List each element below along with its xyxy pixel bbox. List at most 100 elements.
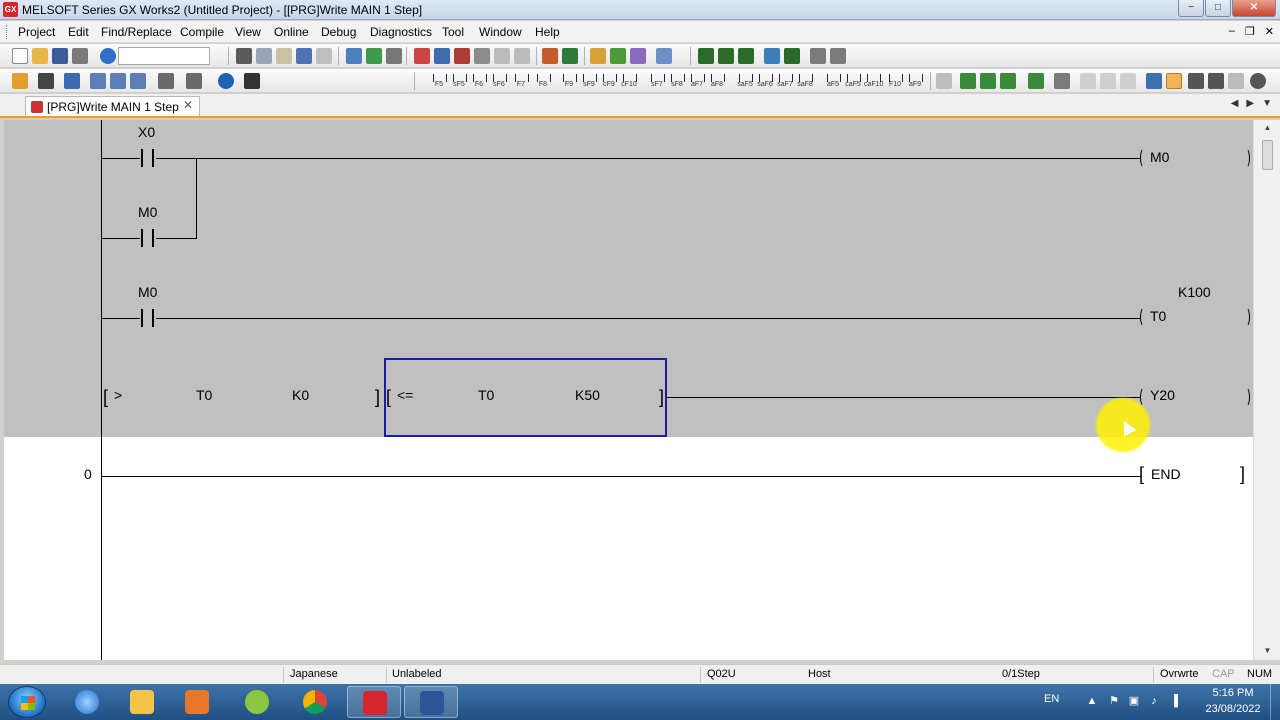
help-info-icon[interactable]	[218, 73, 234, 89]
device-batch-3-icon[interactable]	[130, 73, 146, 89]
ladder-tool-5-icon[interactable]	[1028, 73, 1044, 89]
tab-list-arrow-icon[interactable]: ▼	[1262, 98, 1272, 109]
output-window-icon[interactable]	[64, 73, 80, 89]
menu-help[interactable]: Help	[535, 25, 560, 39]
taskbar-chrome[interactable]	[288, 686, 342, 718]
network-signal-icon[interactable]: ▐	[1168, 695, 1180, 707]
fkey-f6-icon[interactable]: F6	[470, 73, 488, 89]
print-icon[interactable]	[72, 48, 88, 64]
scroll-up-icon[interactable]: ▲	[1262, 123, 1273, 134]
new-file-icon[interactable]	[12, 48, 28, 64]
fkey-f5-icon[interactable]: F5	[430, 73, 448, 89]
fkey-cf10-icon[interactable]: cF10	[620, 73, 638, 89]
compare1-operand-b[interactable]: K0	[292, 387, 309, 403]
mdi-close-button[interactable]: ✕	[1265, 25, 1274, 38]
volume-icon[interactable]: ♪	[1148, 695, 1160, 707]
ladder-editor[interactable]: X0 M0 M0 M0 K100 T0 [ > T0 K0 ] [ <= T0 …	[4, 120, 1253, 660]
ladder-tool-active-icon[interactable]	[1166, 73, 1182, 89]
taskbar-gx-works2[interactable]	[347, 686, 401, 718]
window-arrange-icon[interactable]	[656, 48, 672, 64]
ladder-tool-2-icon[interactable]	[960, 73, 976, 89]
menu-edit[interactable]: Edit	[68, 25, 89, 39]
project-icon[interactable]	[590, 48, 606, 64]
contact-x0[interactable]	[141, 149, 154, 167]
taskbar-media-player[interactable]	[170, 686, 224, 718]
replace-icon[interactable]	[784, 48, 800, 64]
menu-view[interactable]: View	[235, 25, 261, 39]
minimize-button[interactable]: −	[1178, 0, 1204, 17]
copy-icon[interactable]	[256, 48, 272, 64]
save-icon[interactable]	[52, 48, 68, 64]
undo-icon[interactable]	[296, 48, 312, 64]
taskbar-file-explorer[interactable]	[115, 686, 169, 718]
device-batch-2-icon[interactable]	[110, 73, 126, 89]
show-desktop-button[interactable]	[1270, 684, 1280, 720]
fkey-f9-icon[interactable]: F9	[560, 73, 578, 89]
scroll-thumb[interactable]	[1262, 140, 1273, 170]
fkey-af7-icon[interactable]: aF7	[688, 73, 706, 89]
edit-cursor[interactable]	[384, 358, 667, 437]
fkey-saf8-icon[interactable]: saF8	[796, 73, 814, 89]
end-instruction[interactable]: END	[1151, 466, 1181, 482]
taskbar-word[interactable]	[404, 686, 458, 718]
fkey-sf5-icon[interactable]: sF5	[450, 73, 468, 89]
fkey-af5-icon[interactable]: aF5	[824, 73, 842, 89]
menu-find-replace[interactable]: Find/Replace	[101, 25, 172, 39]
fkey-sf9-icon[interactable]: sF9	[580, 73, 598, 89]
contact-m0-self-hold[interactable]	[141, 229, 154, 247]
cut-icon[interactable]	[236, 48, 252, 64]
fkey-saf7-icon[interactable]: saF7	[776, 73, 794, 89]
zoom-3-icon[interactable]	[1228, 73, 1244, 89]
show-hidden-icons-icon[interactable]: ▲	[1086, 695, 1098, 707]
mdi-restore-button[interactable]: ❐	[1245, 25, 1255, 38]
binoculars-icon[interactable]	[244, 73, 260, 89]
clock-time[interactable]: 5:16 PM	[1208, 687, 1258, 699]
language-indicator[interactable]: EN	[1044, 693, 1059, 705]
fkey-sf8-icon[interactable]: sF8	[668, 73, 686, 89]
ladder-tool-8-icon[interactable]	[1100, 73, 1116, 89]
compare1-operator[interactable]: >	[114, 387, 122, 403]
fkey-saf5-icon[interactable]: saF5	[736, 73, 754, 89]
fkey-f10-icon[interactable]: F10	[886, 73, 904, 89]
ladder-tool-9-icon[interactable]	[1120, 73, 1136, 89]
fkey-sf7-icon[interactable]: sF7	[648, 73, 666, 89]
contact-m0-timer[interactable]	[141, 309, 154, 327]
zoom-icon[interactable]	[1188, 73, 1204, 89]
ladder-tool-1-icon[interactable]	[936, 73, 952, 89]
navigation-icon[interactable]	[12, 73, 28, 89]
device-list-icon[interactable]	[830, 48, 846, 64]
fkey-sf6-icon[interactable]: sF6	[490, 73, 508, 89]
cross-reference-icon[interactable]	[810, 48, 826, 64]
zoom-2-icon[interactable]	[1208, 73, 1224, 89]
help-icon[interactable]	[100, 48, 116, 64]
tab-left-arrow-icon[interactable]: ◀	[1231, 98, 1239, 109]
trace-icon[interactable]	[494, 48, 510, 64]
scroll-down-icon[interactable]: ▼	[1262, 646, 1273, 657]
vertical-scrollbar[interactable]: ▲ ▼	[1253, 120, 1280, 660]
fkey-saf6-icon[interactable]: saF6	[756, 73, 774, 89]
monitor-icon[interactable]	[434, 48, 450, 64]
dev-write-icon[interactable]	[562, 48, 578, 64]
ladder-input-icon[interactable]	[698, 48, 714, 64]
ladder-tool-3-icon[interactable]	[980, 73, 996, 89]
ladder-input-3-icon[interactable]	[738, 48, 754, 64]
ladder-tool-4-icon[interactable]	[1000, 73, 1016, 89]
verify-icon[interactable]	[386, 48, 402, 64]
menu-project[interactable]: Project	[18, 25, 55, 39]
ladder-input-2-icon[interactable]	[718, 48, 734, 64]
start-button-icon[interactable]	[8, 686, 46, 718]
magnifier-icon[interactable]	[1250, 73, 1266, 89]
device-test-icon[interactable]	[514, 48, 530, 64]
read-plc-icon[interactable]	[346, 48, 362, 64]
tab-right-arrow-icon[interactable]: ▶	[1246, 98, 1254, 109]
find-icon[interactable]	[764, 48, 780, 64]
menu-debug[interactable]: Debug	[321, 25, 356, 39]
menu-tool[interactable]: Tool	[442, 25, 464, 39]
coil-y20-label[interactable]: Y20	[1150, 387, 1175, 403]
menu-online[interactable]: Online	[274, 25, 309, 39]
tab-close-icon[interactable]: ✕	[181, 98, 195, 112]
fkey-af8-icon[interactable]: aF8	[708, 73, 726, 89]
maximize-button[interactable]: □	[1205, 0, 1231, 17]
tab-prg-write-main[interactable]: [PRG]Write MAIN 1 Step ✕	[25, 96, 200, 116]
device-icon[interactable]: ▣	[1128, 695, 1140, 707]
